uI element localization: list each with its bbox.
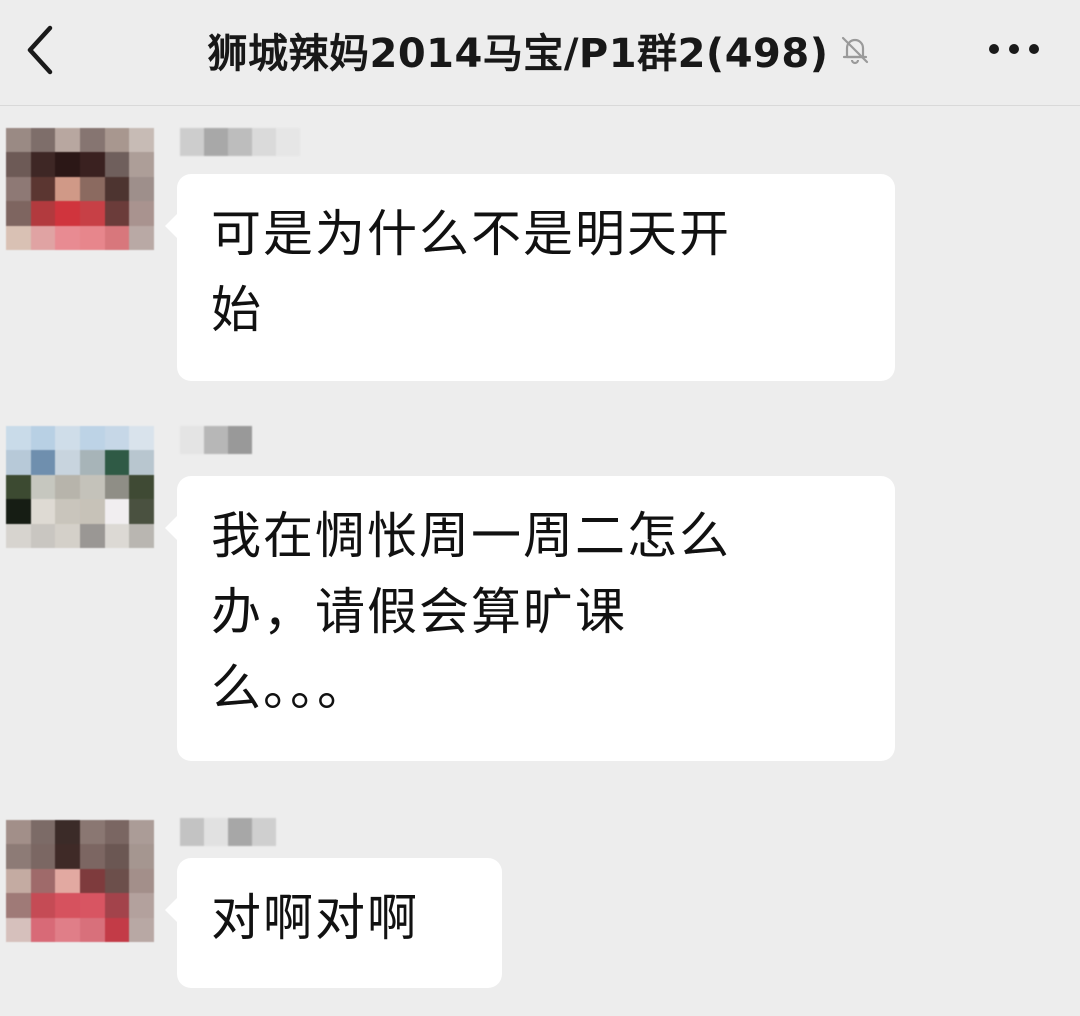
message-bubble[interactable]: 对啊对啊 [165, 858, 502, 988]
more-button[interactable] [982, 26, 1046, 72]
chevron-left-icon [27, 25, 53, 75]
message-bubble[interactable]: 可是为什么不是明天开 始 [165, 174, 895, 381]
avatar[interactable] [6, 820, 154, 942]
message-bubble[interactable]: 我在惆怅周一周二怎么 办，请假会算旷课 么。。。 [165, 476, 895, 761]
chat-title: 狮城辣妈2014马宝/P1群2(498) [207, 31, 829, 77]
message-text: 对啊对啊 [211, 889, 419, 947]
title-wrap: 狮城辣妈2014马宝/P1群2(498) [150, 0, 930, 100]
sender-nickname-placeholder [180, 818, 276, 846]
chat-header: 狮城辣妈2014马宝/P1群2(498) [0, 0, 1080, 106]
message-text: 我在惆怅周一周二怎么 办，请假会算旷课 么。。。 [211, 507, 731, 717]
more-dots-icon [989, 44, 1039, 54]
back-button[interactable] [14, 18, 66, 82]
message-text: 可是为什么不是明天开 始 [211, 205, 731, 339]
sender-nickname-placeholder [180, 128, 300, 156]
avatar[interactable] [6, 128, 154, 250]
bell-off-icon [838, 33, 872, 67]
avatar[interactable] [6, 426, 154, 548]
sender-nickname-placeholder [180, 426, 252, 454]
